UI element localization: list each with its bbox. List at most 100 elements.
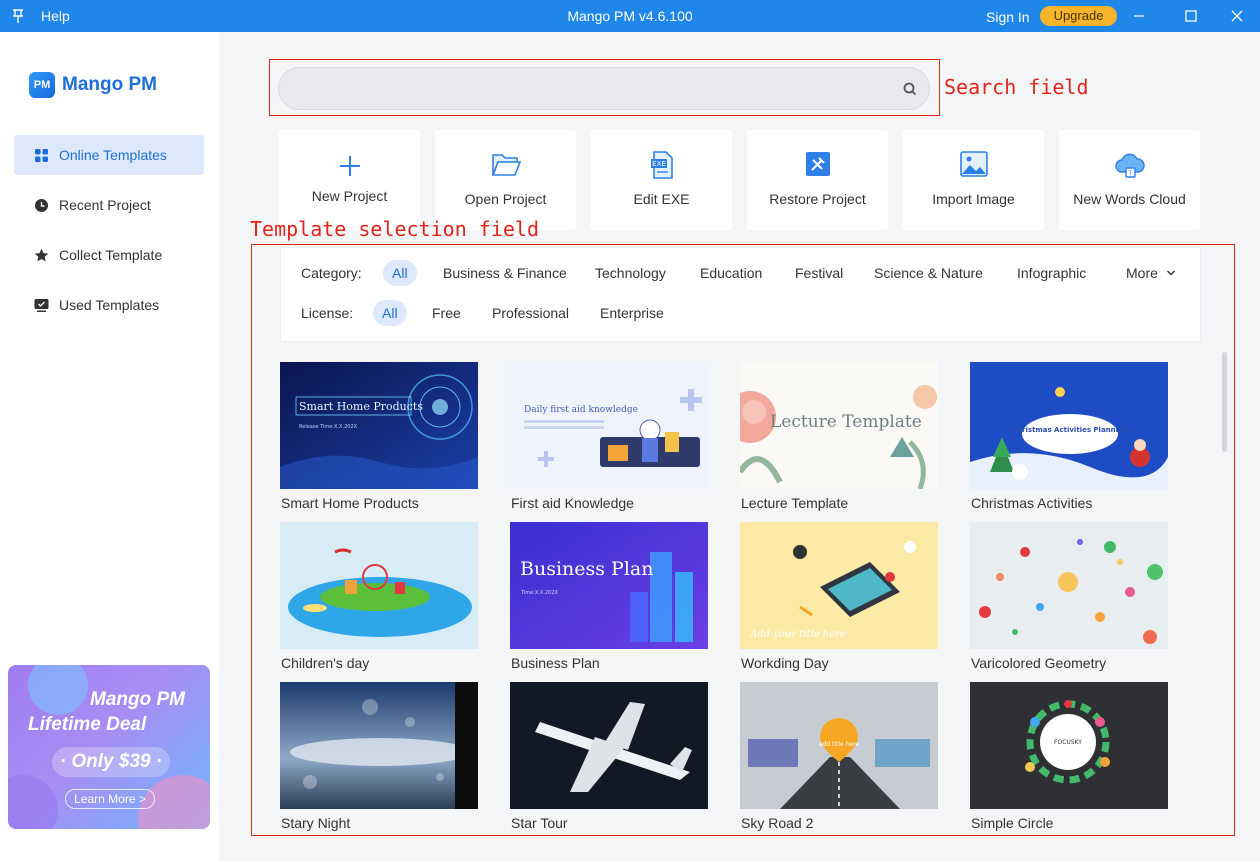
maximize-icon[interactable] — [1181, 6, 1201, 26]
thumb-subtitle: Time:X.X.202X — [520, 590, 558, 596]
template-thumbnail — [280, 682, 478, 809]
grid-icon — [35, 148, 48, 162]
import-image-button[interactable]: Import Image — [903, 130, 1044, 230]
sidebar-item-label: Collect Template — [59, 247, 163, 263]
template-thumbnail — [280, 522, 478, 649]
close-icon[interactable] — [1227, 6, 1247, 26]
sign-in-link[interactable]: Sign In — [986, 9, 1030, 25]
template-thumbnail: Business Plan Time:X.X.202X — [510, 522, 708, 649]
thumb-title: Daily first aid knowledge — [524, 405, 638, 415]
promo-price: · Only $39 · — [52, 747, 170, 777]
template-thumbnail: Christmas Activities Planning — [970, 362, 1168, 489]
action-label: New Project — [311, 188, 388, 204]
tools-icon — [806, 152, 830, 176]
template-name: Sky Road 2 — [741, 815, 814, 831]
minimize-icon[interactable] — [1129, 6, 1149, 26]
category-infographic[interactable]: Infographic — [1008, 260, 1095, 286]
thumb-title: Add your title here — [749, 629, 846, 640]
sidebar: PM Mango PM Online Templates Recent Proj… — [0, 32, 219, 861]
template-name: Smart Home Products — [281, 495, 419, 511]
template-name: Christmas Activities — [971, 495, 1093, 511]
sidebar-item-label: Used Templates — [59, 297, 160, 313]
template-name: Varicolored Geometry — [971, 655, 1107, 671]
promo-title: Mango PM — [90, 689, 185, 710]
category-label: Category: — [301, 265, 362, 281]
category-festival[interactable]: Festival — [786, 260, 852, 286]
sidebar-item-recent-project[interactable]: Recent Project — [14, 185, 204, 225]
license-label: License: — [301, 305, 354, 321]
category-science-nature[interactable]: Science & Nature — [865, 260, 992, 286]
search-bar — [278, 67, 930, 110]
open-project-button[interactable]: Open Project — [435, 130, 576, 230]
template-thumbnail: add title here — [740, 682, 938, 809]
thumb-subtitle: Release Time:X.X.202X — [299, 424, 358, 430]
action-label: Edit EXE — [633, 191, 690, 207]
thumb-title: Smart Home Products — [299, 400, 423, 413]
exe-file-icon: EXE — [651, 151, 673, 179]
sidebar-item-label: Online Templates — [59, 147, 167, 163]
templates-scrollbar[interactable] — [1222, 352, 1227, 452]
thumb-title: Christmas Activities Planning — [1012, 426, 1128, 434]
new-project-button[interactable]: New Project — [279, 130, 420, 230]
license-free[interactable]: Free — [423, 300, 470, 326]
template-thumbnail: Daily first aid knowledge — [510, 362, 708, 489]
search-icon[interactable] — [902, 81, 918, 97]
filter-panel: Category: All Business & Finance Technol… — [280, 247, 1201, 342]
license-all[interactable]: All — [373, 300, 407, 326]
learn-more-button[interactable]: Learn More > — [65, 789, 155, 809]
more-label: More — [1126, 265, 1158, 281]
template-name: First aid Knowledge — [511, 495, 634, 511]
template-thumbnail — [970, 522, 1168, 649]
sidebar-item-collect-template[interactable]: Collect Template — [14, 235, 204, 275]
template-name: Simple Circle — [971, 815, 1054, 831]
thumb-title: add title here — [819, 741, 860, 748]
template-thumbnail — [510, 682, 708, 809]
template-thumbnail: FOCUSKY — [970, 682, 1168, 809]
template-thumbnail: Smart Home Products Release Time:X.X.202… — [280, 362, 478, 489]
thumb-title: Lecture Template — [770, 412, 922, 432]
sidebar-item-used-templates[interactable]: Used Templates — [14, 285, 204, 325]
title-bar: Help Mango PM v4.6.100 Sign In Upgrade — [0, 0, 1260, 32]
category-education[interactable]: Education — [691, 260, 771, 286]
plus-icon — [340, 156, 360, 176]
new-words-cloud-button[interactable]: T New Words Cloud — [1059, 130, 1200, 230]
restore-project-button[interactable]: Restore Project — [747, 130, 888, 230]
monitor-check-icon — [34, 298, 49, 312]
app-logo: PM Mango PM — [29, 72, 157, 98]
logo-text: Mango PM — [62, 74, 157, 95]
search-input[interactable] — [299, 68, 889, 109]
license-professional[interactable]: Professional — [483, 300, 578, 326]
upgrade-button[interactable]: Upgrade — [1040, 6, 1117, 26]
license-enterprise[interactable]: Enterprise — [591, 300, 673, 326]
template-name: Children's day — [281, 655, 370, 671]
category-technology[interactable]: Technology — [586, 260, 675, 286]
template-thumbnail: Add your title here — [740, 522, 938, 649]
category-business-finance[interactable]: Business & Finance — [434, 260, 576, 286]
image-icon — [960, 151, 988, 177]
cloud-icon: T — [1115, 153, 1145, 178]
svg-text:T: T — [1128, 170, 1133, 177]
template-name: Stary Night — [281, 815, 351, 831]
category-all[interactable]: All — [383, 260, 417, 286]
template-field-annotation: Template selection field — [250, 217, 539, 241]
action-label: Import Image — [932, 191, 1015, 207]
svg-text:EXE: EXE — [652, 160, 666, 168]
logo-badge: PM — [29, 72, 55, 98]
search-field-annotation: Search field — [944, 75, 1089, 99]
edit-exe-button[interactable]: EXE Edit EXE — [591, 130, 732, 230]
template-name: Workding Day — [741, 655, 829, 671]
action-label: New Words Cloud — [1073, 191, 1186, 207]
thumb-title: FOCUSKY — [1054, 739, 1082, 746]
category-more[interactable]: More — [1117, 260, 1185, 286]
chevron-down-icon — [1166, 270, 1175, 276]
sidebar-item-label: Recent Project — [59, 197, 151, 213]
template-name: Business Plan — [511, 655, 600, 671]
template-name: Star Tour — [511, 815, 568, 831]
action-label: Open Project — [464, 191, 547, 207]
folder-open-icon — [491, 154, 522, 176]
promo-subtitle: Lifetime Deal — [28, 714, 147, 735]
clock-icon — [35, 198, 48, 212]
promo-banner[interactable]: Mango PM Lifetime Deal · Only $39 · Lear… — [8, 665, 210, 829]
thumb-title: Business Plan — [520, 558, 653, 580]
sidebar-item-online-templates[interactable]: Online Templates — [14, 135, 204, 175]
